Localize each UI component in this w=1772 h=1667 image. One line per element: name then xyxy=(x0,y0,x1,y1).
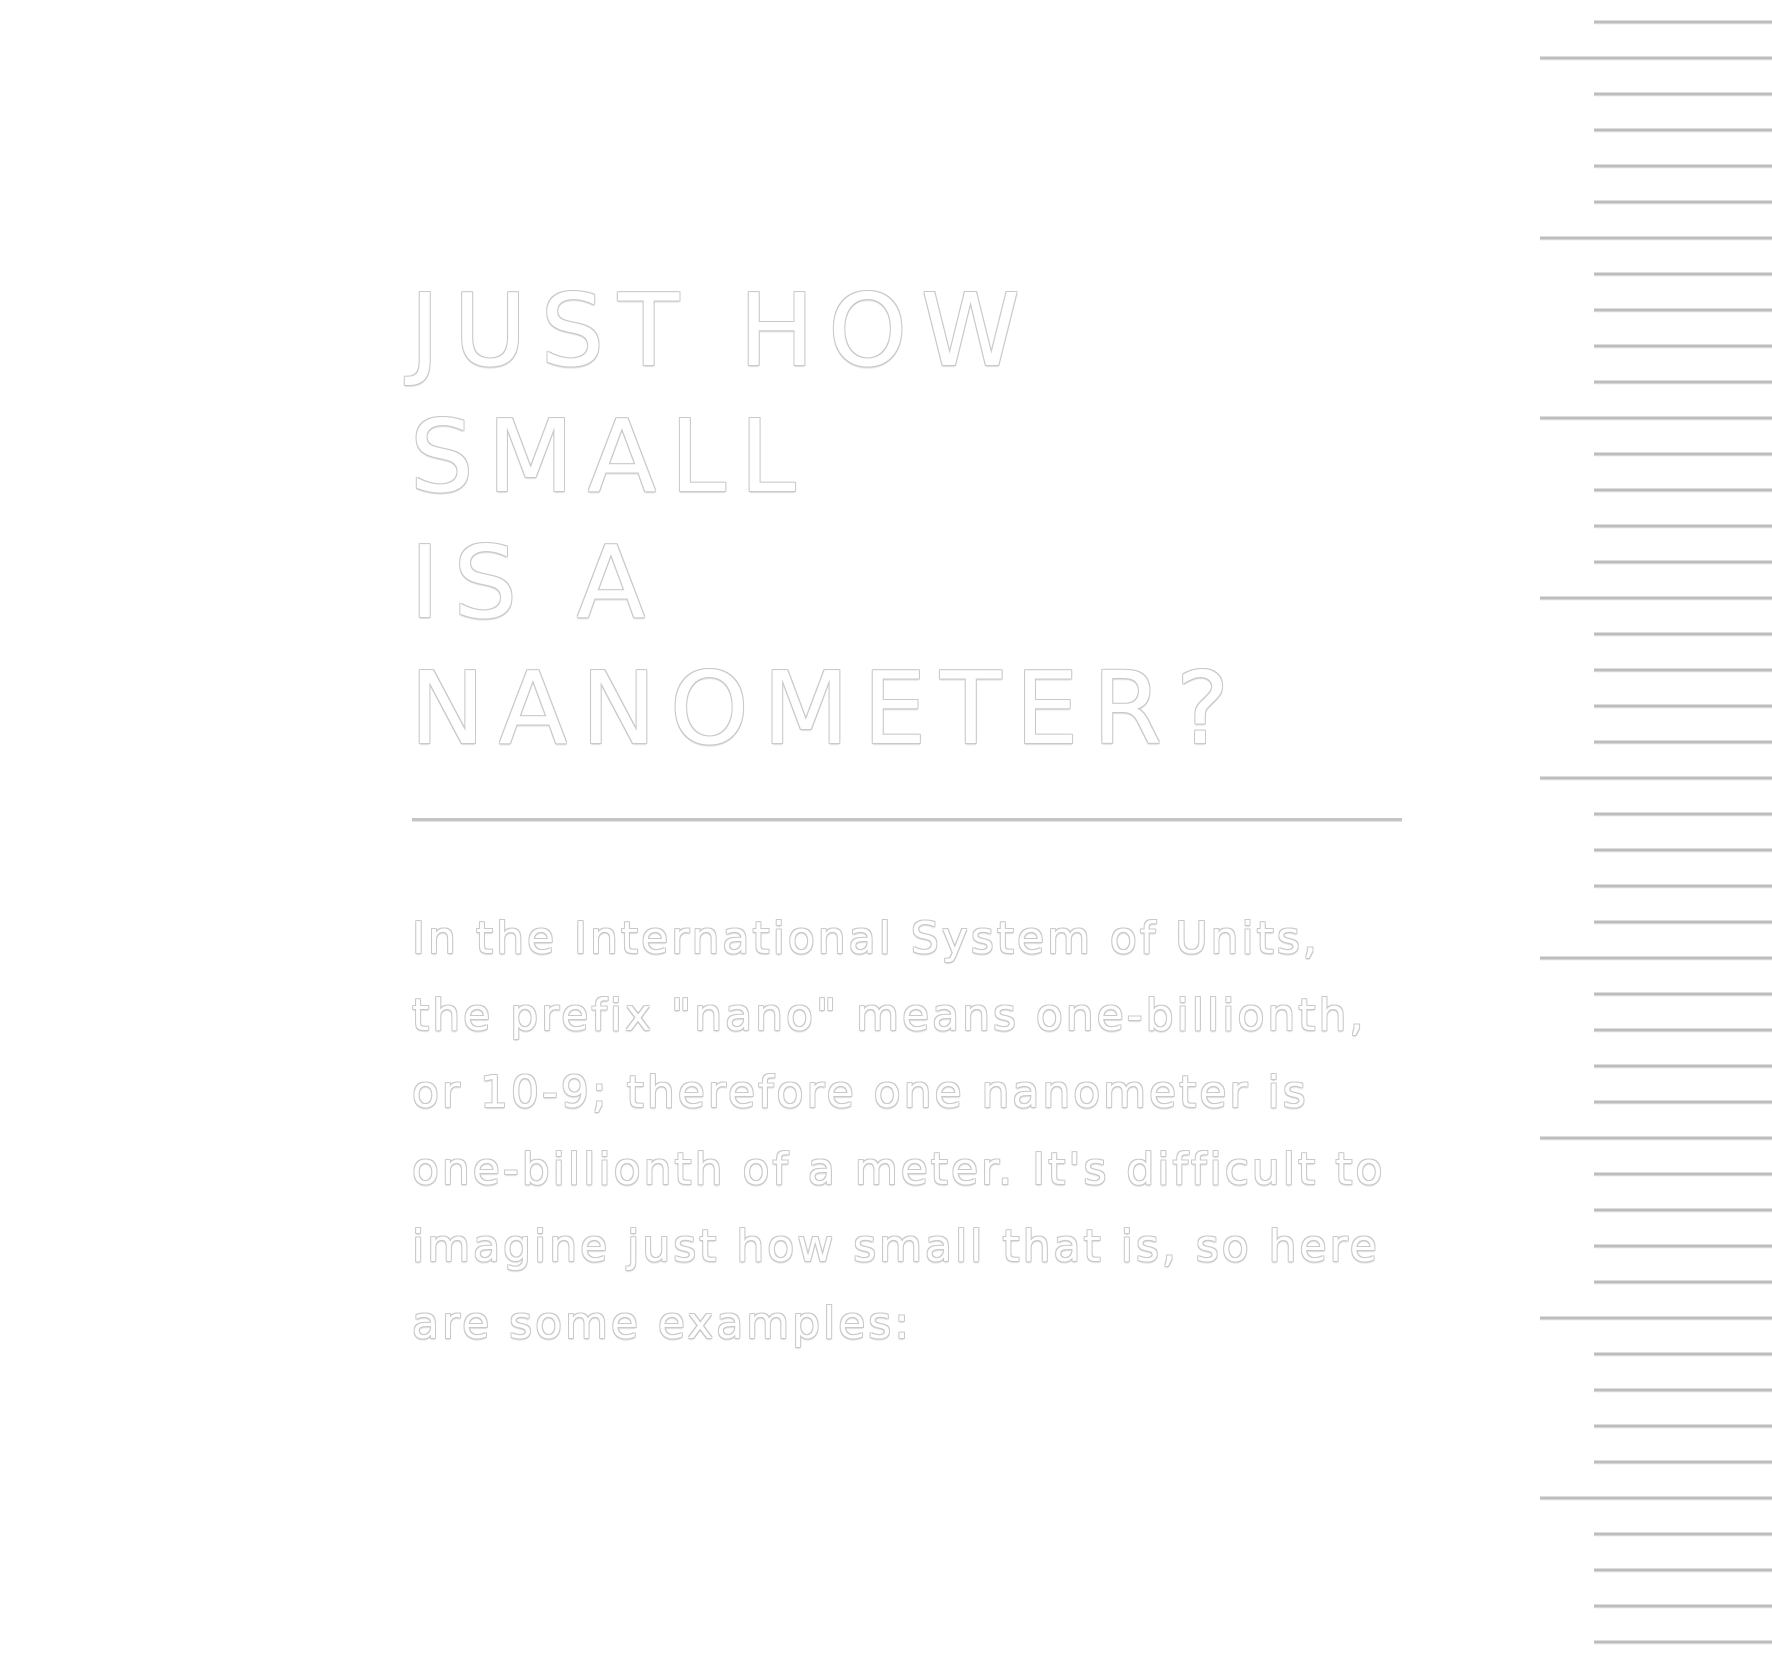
title-line: IS A xyxy=(410,524,660,641)
intro-paragraph: In the International System of Units, th… xyxy=(412,900,1442,1362)
title-line: NANOMETER? xyxy=(410,650,1244,767)
paragraph-line: In the International System of Units, xyxy=(412,913,1320,964)
title-line: SMALL xyxy=(410,398,810,515)
paragraph-line: the prefix "nano" means one-billionth, xyxy=(412,990,1367,1041)
paragraph-line: are some examples: xyxy=(412,1298,913,1349)
paragraph-line: or 10-9; therefore one nanometer is xyxy=(412,1067,1309,1118)
divider xyxy=(412,818,1402,822)
ruler-scale xyxy=(1540,20,1772,1645)
page-title: JUST HOW SMALL IS A NANOMETER? xyxy=(410,268,1243,772)
paragraph-line: one-billionth of a meter. It's difficult… xyxy=(412,1144,1386,1195)
paragraph-line: imagine just how small that is, so here xyxy=(412,1221,1380,1272)
title-line: JUST HOW xyxy=(410,272,1034,389)
